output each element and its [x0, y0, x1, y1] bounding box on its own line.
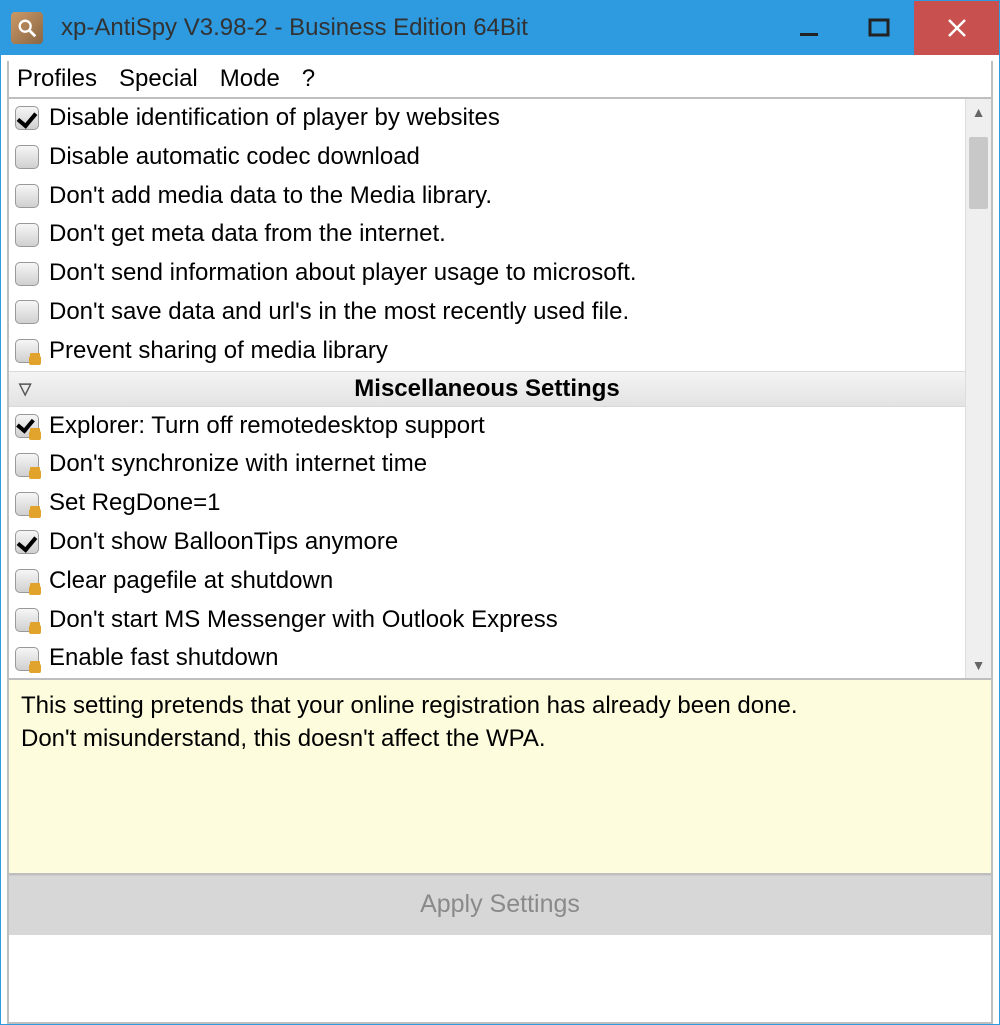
list-item-label: Don't save data and url's in the most re… [49, 295, 629, 330]
menu-special[interactable]: Special [119, 65, 198, 93]
list-item-label: Don't get meta data from the internet. [49, 217, 446, 252]
list-item[interactable]: Disable automatic codec download [9, 138, 965, 177]
info-pane: This setting pretends that your online r… [9, 680, 991, 875]
info-line: This setting pretends that your online r… [21, 690, 979, 722]
info-line: Don't misunderstand, this doesn't affect… [21, 723, 979, 755]
scrollbar-thumb[interactable] [969, 137, 988, 209]
list-item-label: Don't add media data to the Media librar… [49, 179, 492, 214]
app-icon [11, 12, 43, 44]
list-item-label: Disable identification of player by webs… [49, 101, 500, 136]
checkbox-icon[interactable] [15, 184, 39, 208]
checkbox-icon[interactable] [15, 300, 39, 324]
list-item[interactable]: Don't show BalloonTips anymore [9, 523, 965, 562]
list-item[interactable]: Explorer: Turn off remotedesktop support [9, 407, 965, 446]
window-controls [774, 1, 999, 55]
apply-settings-button[interactable]: Apply Settings [9, 875, 991, 935]
checkbox-locked-icon[interactable] [15, 569, 39, 593]
list-item-label: Set RegDone=1 [49, 486, 220, 521]
list-item[interactable]: Set RegDone=1 [9, 484, 965, 523]
app-window: xp-AntiSpy V3.98-2 - Business Edition 64… [0, 0, 1000, 1025]
menu-help[interactable]: ? [302, 65, 315, 93]
window-title: xp-AntiSpy V3.98-2 - Business Edition 64… [61, 14, 774, 42]
vertical-scrollbar[interactable]: ▲ ▼ [965, 99, 991, 678]
checkbox-icon[interactable] [15, 145, 39, 169]
content-area: Disable identification of player by webs… [7, 99, 993, 1024]
section-header[interactable]: ▽ Miscellaneous Settings [9, 371, 965, 407]
checkbox-icon[interactable] [15, 530, 39, 554]
checkbox-icon[interactable] [15, 262, 39, 286]
list-item[interactable]: Don't save data and url's in the most re… [9, 293, 965, 332]
close-button[interactable] [914, 1, 999, 55]
menu-profiles[interactable]: Profiles [17, 65, 97, 93]
checkbox-locked-icon[interactable] [15, 453, 39, 477]
menu-mode[interactable]: Mode [220, 65, 280, 93]
list-item-label: Prevent sharing of media library [49, 334, 388, 369]
list-item[interactable]: Don't start MS Messenger with Outlook Ex… [9, 601, 965, 640]
checkbox-icon[interactable] [15, 106, 39, 130]
list-item-label: Explorer: Turn off remotedesktop support [49, 409, 485, 444]
list-item[interactable]: Don't get meta data from the internet. [9, 215, 965, 254]
settings-list-wrap: Disable identification of player by webs… [9, 99, 991, 680]
list-item[interactable]: Don't send information about player usag… [9, 254, 965, 293]
checkbox-icon[interactable] [15, 223, 39, 247]
list-item[interactable]: Don't synchronize with internet time [9, 445, 965, 484]
checkbox-locked-checked-icon[interactable] [15, 414, 39, 438]
scroll-up-icon[interactable]: ▲ [966, 99, 991, 125]
list-item-label: Enable fast shutdown [49, 641, 279, 676]
list-item-label: Don't start MS Messenger with Outlook Ex… [49, 603, 558, 638]
collapse-icon[interactable]: ▽ [19, 379, 31, 399]
scroll-down-icon[interactable]: ▼ [966, 652, 991, 678]
titlebar[interactable]: xp-AntiSpy V3.98-2 - Business Edition 64… [1, 1, 999, 55]
list-item[interactable]: Don't add media data to the Media librar… [9, 177, 965, 216]
checkbox-locked-icon[interactable] [15, 647, 39, 671]
checkbox-locked-icon[interactable] [15, 339, 39, 363]
minimize-button[interactable] [774, 1, 844, 55]
settings-list[interactable]: Disable identification of player by webs… [9, 99, 965, 678]
list-item-label: Disable automatic codec download [49, 140, 420, 175]
list-item-label: Don't synchronize with internet time [49, 447, 427, 482]
list-item-label: Clear pagefile at shutdown [49, 564, 333, 599]
list-item-label: Don't show BalloonTips anymore [49, 525, 398, 560]
list-item[interactable]: Disable identification of player by webs… [9, 99, 965, 138]
checkbox-locked-icon[interactable] [15, 608, 39, 632]
maximize-button[interactable] [844, 1, 914, 55]
section-title: Miscellaneous Settings [354, 375, 619, 402]
list-item-label: Don't send information about player usag… [49, 256, 637, 291]
checkbox-locked-icon[interactable] [15, 492, 39, 516]
list-item[interactable]: Prevent sharing of media library [9, 332, 965, 371]
menubar: Profiles Special Mode ? [7, 61, 993, 99]
list-item[interactable]: Clear pagefile at shutdown [9, 562, 965, 601]
list-item[interactable]: Enable fast shutdown [9, 639, 965, 678]
